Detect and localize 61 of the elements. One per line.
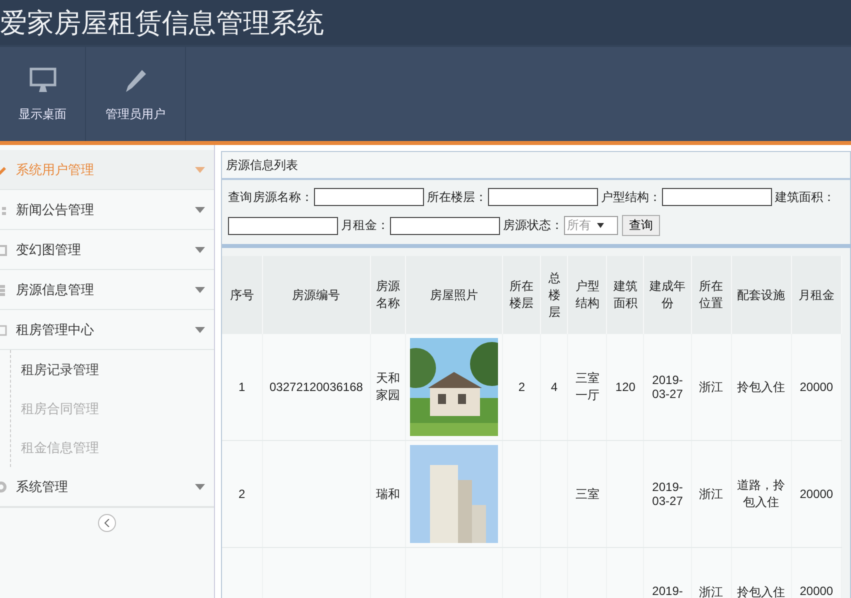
table-cell: 20000	[800, 380, 834, 394]
table-cell: 三室一厅	[575, 371, 600, 402]
table-cell: 4	[550, 380, 558, 394]
column-header: 所在楼层	[502, 256, 541, 334]
table-cell: 2019-03-27	[652, 480, 683, 508]
table-cell: 浙江	[699, 585, 724, 598]
search-button[interactable]: 查询	[622, 215, 660, 236]
field-label: 房源名称：	[253, 188, 313, 206]
table-cell: 1	[238, 380, 246, 394]
table-cell: 拎包入住	[737, 585, 786, 598]
input-field[interactable]	[228, 216, 338, 234]
caret-icon	[195, 286, 205, 292]
table-cell: 2	[518, 380, 526, 394]
column-header: 建筑面积	[606, 256, 644, 334]
table-cell: 三室	[575, 486, 600, 500]
field-label: 月租金：	[341, 217, 389, 234]
table-cell: 拎包入住	[737, 380, 786, 394]
column-header: 月租金	[791, 256, 842, 334]
field-label: 房源状态：	[503, 217, 563, 234]
input-field[interactable]	[314, 188, 424, 206]
table-cell: 03272120036168	[270, 380, 363, 394]
caret-icon	[195, 484, 205, 490]
collapse-button[interactable]	[98, 514, 116, 532]
toolbar-button[interactable]: 显示桌面	[0, 47, 86, 141]
input-field[interactable]	[488, 188, 598, 206]
column-header: 房源编号	[262, 256, 370, 334]
app-title: 爱家房屋租赁信息管理系统	[0, 6, 324, 40]
caret-icon	[597, 223, 604, 228]
table-cell: 2019-03-27	[652, 373, 683, 401]
input-field[interactable]	[390, 216, 500, 234]
toolbar-button[interactable]: 管理员用户	[86, 47, 186, 141]
table-cell: 浙江	[699, 380, 724, 394]
caret-icon	[195, 166, 205, 172]
table-cell: 20000	[800, 584, 834, 598]
column-header: 所在位置	[691, 256, 732, 334]
table-cell: 120	[615, 380, 636, 394]
sidebar-subitem[interactable]: 租房记录管理	[11, 350, 214, 389]
column-header: 房源名称	[370, 256, 406, 334]
input-field[interactable]	[662, 188, 772, 206]
search-label: 查询	[228, 188, 252, 206]
table-cell: 道路，拎包入住	[737, 478, 786, 509]
field-label: 户型结构：	[601, 188, 661, 206]
table-cell: 20000	[800, 487, 834, 501]
monitor-icon	[28, 66, 56, 94]
column-header: 建成年份	[644, 256, 692, 334]
caret-icon	[195, 246, 205, 252]
table-cell: 瑞和	[376, 486, 400, 500]
column-header: 配套设施	[731, 256, 792, 334]
table-cell: 2	[238, 487, 246, 501]
table-cell: 浙江	[699, 486, 724, 500]
chevron-left-icon	[104, 519, 110, 527]
column-header: 户型结构	[568, 256, 607, 334]
column-header: 序号	[222, 256, 262, 334]
table-cell: 2019-	[652, 584, 683, 598]
caret-icon	[195, 206, 205, 212]
column-header: 总楼层	[540, 256, 568, 334]
column-header: 房屋照片	[405, 256, 503, 334]
field-label: 建筑面积：	[775, 188, 835, 206]
field-label: 所在楼层：	[427, 188, 487, 206]
caret-icon	[195, 326, 205, 332]
table-cell: 天和家园	[376, 371, 400, 402]
